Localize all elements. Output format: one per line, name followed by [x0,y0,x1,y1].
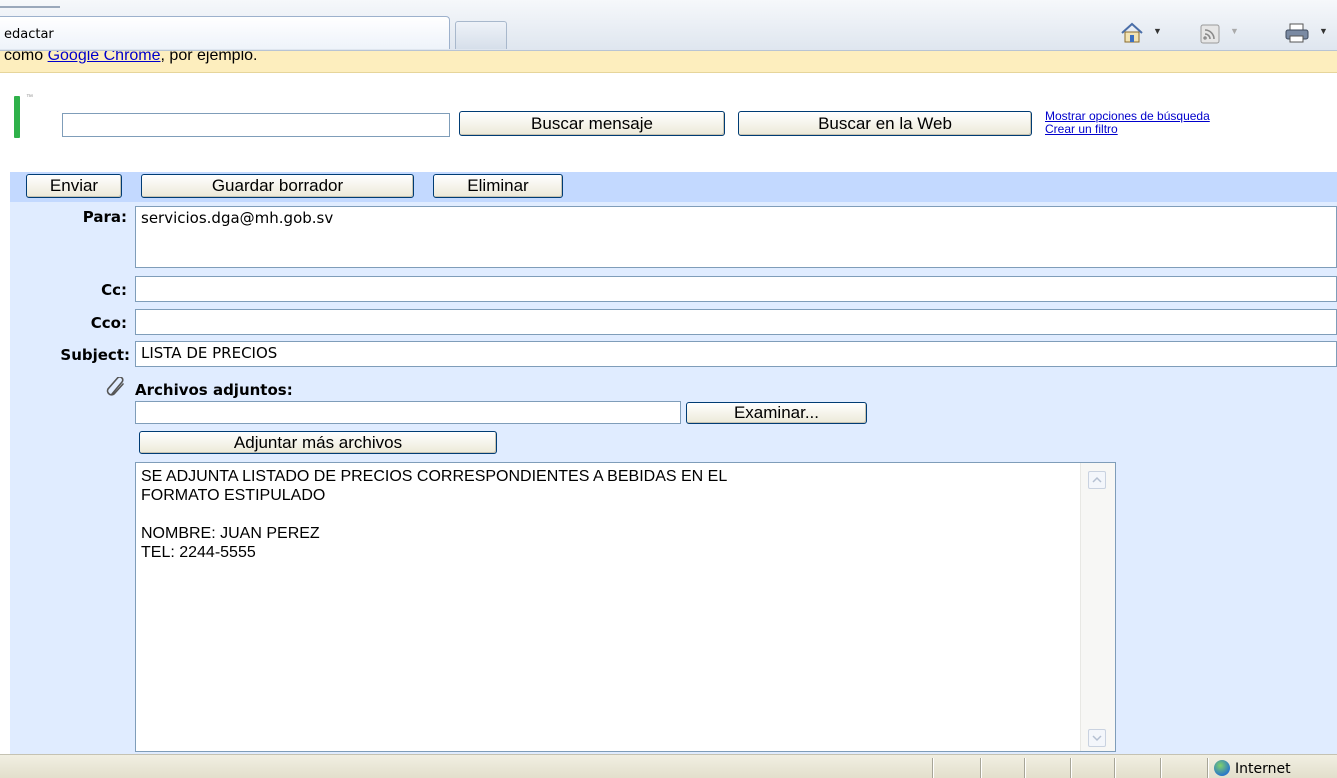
status-separator [1207,758,1209,778]
search-web-button[interactable]: Buscar en la Web [738,111,1032,136]
message-body[interactable]: SE ADJUNTA LISTADO DE PRECIOS CORRESPOND… [135,462,1116,752]
save-draft-button[interactable]: Guardar borrador [141,174,414,198]
bcc-label: Cco: [90,314,127,332]
browser-info-bar[interactable]: como Google Chrome, por ejemplo. [0,51,1337,73]
attachments-label: Archivos adjuntos: [135,381,293,399]
feeds-button[interactable]: ▼ [1200,22,1240,44]
chevron-up-icon [1092,476,1102,483]
body-line [141,505,1075,524]
cc-label: Cc: [101,281,127,299]
scroll-down-button[interactable] [1088,729,1106,747]
home-button[interactable]: ▼ [1120,22,1162,44]
body-line: NOMBRE: JUAN PEREZ [141,525,320,542]
infobar-chrome-link[interactable]: Google Chrome [48,51,161,64]
browser-status-bar: Internet [0,754,1337,778]
paperclip-icon [106,377,124,396]
create-filter-link[interactable]: Crear un filtro [1045,123,1210,136]
chevron-down-icon [1092,735,1102,742]
search-links: Mostrar opciones de búsqueda Crear un fi… [1045,110,1210,136]
body-line: TEL: 2244-5555 [141,544,256,561]
send-button[interactable]: Enviar [26,174,122,198]
status-separator [1160,758,1162,778]
window-edge [0,6,60,8]
status-separator [1070,758,1072,778]
feeds-icon [1200,24,1220,44]
file-path-input[interactable] [135,401,681,424]
search-mail-button[interactable]: Buscar mensaje [459,111,725,136]
scroll-up-button[interactable] [1088,471,1106,489]
tab-title: edactar [4,27,54,42]
infobar-text-suffix: , por ejemplo. [160,51,258,64]
search-input[interactable] [62,113,450,137]
new-tab-button[interactable] [455,21,507,49]
subject-label: Subject: [60,346,130,364]
status-separator [1114,758,1116,778]
to-label: Para: [82,208,127,226]
cc-field[interactable] [135,276,1337,302]
print-icon [1285,23,1309,43]
feeds-dropdown-icon[interactable]: ▼ [1230,26,1239,36]
gmail-logo[interactable] [14,96,20,138]
body-scrollbar[interactable] [1080,463,1115,751]
logo-trademark: ™ [26,94,33,101]
globe-icon [1214,760,1230,776]
bcc-field[interactable] [135,309,1337,335]
browser-window: edactar ▼ ▼ ▼ como Google Chrome, por ej… [0,0,1337,778]
delete-button[interactable]: Eliminar [433,174,563,198]
status-separator [932,758,934,778]
home-icon [1121,22,1143,43]
body-line: SE ADJUNTA LISTADO DE PRECIOS CORRESPOND… [141,468,728,485]
status-separator [980,758,982,778]
status-separator [1024,758,1026,778]
active-tab[interactable]: edactar [0,16,450,49]
body-line: FORMATO ESTIPULADO [141,487,326,504]
attach-more-files-button[interactable]: Adjuntar más archivos [139,431,497,454]
infobar-text-prefix: como [4,51,48,64]
print-button[interactable]: ▼ [1284,22,1337,44]
browser-tab-bar: edactar ▼ ▼ ▼ [0,0,1337,51]
browse-button[interactable]: Examinar... [686,402,867,424]
security-zone-label: Internet [1235,761,1291,777]
print-dropdown-icon[interactable]: ▼ [1319,26,1328,36]
to-field[interactable]: servicios.dga@mh.gob.sv [135,206,1337,268]
subject-field[interactable]: LISTA DE PRECIOS [135,341,1337,367]
home-dropdown-icon[interactable]: ▼ [1153,26,1162,36]
security-zone[interactable]: Internet [1214,760,1291,777]
